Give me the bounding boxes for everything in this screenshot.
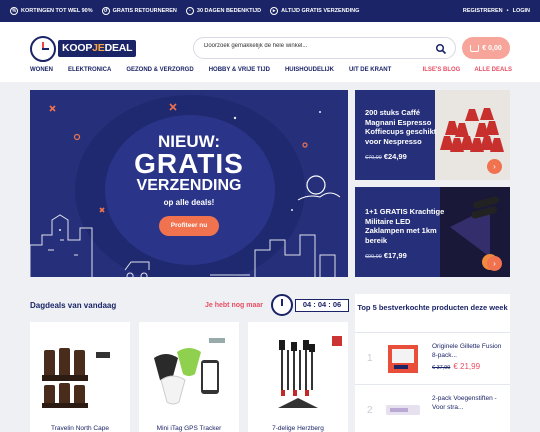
- promo-new-price: €24,99: [383, 152, 407, 161]
- nav-item-alle-deals[interactable]: ALLE DEALS: [474, 67, 512, 79]
- nav-item-blog[interactable]: ILSE'S BLOG: [423, 67, 461, 79]
- auth-separator: •: [506, 8, 509, 14]
- top-info-bar: % KORTINGEN TOT WEL 90% ↺ GRATIS RETOURNER…: [0, 0, 540, 22]
- deals-title: Dagdeals van vandaag: [30, 301, 117, 310]
- utensil-set-image: [278, 336, 342, 408]
- top5-title: Top 5 bestverkochte producten deze week: [357, 303, 508, 312]
- perk-cooling-off: ▫ 30 DAGEN BEDENKTIJD: [185, 7, 262, 15]
- top5-old-price: € 37,99: [432, 365, 451, 371]
- perk-discount: % KORTINGEN TOT WEL 90%: [10, 7, 93, 15]
- return-icon: ↺: [101, 7, 110, 15]
- razor-pack-image: [388, 345, 418, 373]
- arrow-right-icon[interactable]: ›: [487, 159, 502, 174]
- boots-image: [42, 348, 110, 408]
- hero-cta-button[interactable]: Profiteer nu: [159, 216, 219, 236]
- cart-button[interactable]: € 0,00: [462, 37, 510, 59]
- percent-icon: %: [10, 7, 18, 15]
- top5-price: € 37,99 € 21,99: [432, 362, 480, 371]
- timer-value: 04 : 04 : 06: [295, 299, 349, 312]
- grout-pen-image: [386, 405, 420, 415]
- gps-tracker-image: [154, 338, 225, 405]
- perk-shipping: ▸ ALTIJD GRATIS VERZENDING: [270, 7, 359, 15]
- promo-price: €99,99 €17,99: [365, 251, 407, 260]
- deal-card[interactable]: Travelin North Cape: [30, 322, 130, 432]
- login-link[interactable]: LOGIN: [513, 8, 530, 14]
- perk-label: GRATIS RETOURNEREN: [112, 8, 177, 14]
- cart-total: € 0,00: [482, 44, 502, 52]
- deal-product-name: Mini iTag GPS Tracker: [156, 425, 222, 432]
- promo-flashlight[interactable]: 1+1 GRATIS Krachtige Militaire LED Zakla…: [355, 187, 510, 277]
- top5-rank: 2: [367, 405, 373, 416]
- promo-new-price: €17,99: [383, 251, 407, 260]
- hero-line-3: VERZENDING: [136, 177, 242, 194]
- calendar-icon: ▫: [185, 7, 194, 15]
- search-icon[interactable]: [435, 42, 447, 55]
- hero-line-4: op alle deals!: [163, 198, 215, 207]
- promo-old-price: €99,99: [365, 254, 382, 260]
- arrow-right-icon[interactable]: ›: [487, 256, 502, 271]
- daily-deals-section: Dagdeals van vandaag Je hebt nog maar 04…: [30, 294, 349, 432]
- promo-price: €79,99 €24,99: [365, 152, 407, 161]
- search-bar: [193, 37, 456, 59]
- nav-item-krant[interactable]: UIT DE KRANT: [349, 67, 391, 79]
- top5-new-price: € 21,99: [453, 362, 481, 371]
- search-input[interactable]: [204, 43, 424, 49]
- nav-item-wonen[interactable]: WONEN: [30, 67, 53, 79]
- nav-item-elektronica[interactable]: ELEKTRONICA: [68, 67, 111, 79]
- nav-item-huishoudelijk[interactable]: HUISHOUDELIJK: [285, 67, 334, 79]
- logo-wordmark: KOOPJEDEAL: [58, 40, 137, 57]
- top5-name: 2-pack Voegenstiften - Voor stra...: [432, 395, 497, 411]
- deal-card[interactable]: Mini iTag GPS Tracker: [139, 322, 239, 432]
- top5-item[interactable]: 1 Originele Gillette Fusion 8-pack... € …: [355, 332, 510, 384]
- register-link[interactable]: REGISTREREN: [463, 8, 503, 14]
- cart-icon: [470, 44, 480, 52]
- timer-clock-icon: [271, 294, 293, 316]
- site-logo[interactable]: KOOPJEDEAL: [30, 35, 150, 63]
- promo-title: 1+1 GRATIS Krachtige Militaire LED Zakla…: [365, 207, 445, 245]
- hero-line-2: GRATIS: [134, 148, 244, 179]
- perk-returns: ↺ GRATIS RETOURNEREN: [101, 7, 177, 15]
- timer-label: Je hebt nog maar: [205, 302, 263, 309]
- nav-item-hobby[interactable]: HOBBY & VRIJE TIJD: [209, 67, 270, 79]
- deal-product-name: Travelin North Cape: [51, 425, 109, 432]
- nav-item-gezond[interactable]: GEZOND & VERZORGD: [126, 67, 193, 79]
- top5-rank: 1: [367, 353, 373, 364]
- deal-product-name: 7-delige Herzberg: [272, 425, 324, 432]
- logo-clock-icon: [30, 36, 56, 62]
- truck-icon: ▸: [270, 7, 279, 15]
- auth-links: REGISTREREN • LOGIN: [463, 8, 530, 14]
- countdown-timer: 04 : 04 : 06: [271, 294, 349, 316]
- top5-name: Originele Gillette Fusion 8-pack...: [432, 343, 502, 359]
- perk-label: 30 DAGEN BEDENKTIJD: [196, 8, 262, 14]
- nav-right: ILSE'S BLOG ALLE DEALS: [409, 67, 512, 79]
- top5-panel: Top 5 bestverkochte producten deze week …: [355, 294, 510, 432]
- hero-banner[interactable]: NIEUW: GRATIS VERZENDING op alle deals! …: [30, 90, 348, 277]
- perk-label: ALTIJD GRATIS VERZENDING: [281, 8, 360, 14]
- perk-label: KORTINGEN TOT WEL 90%: [21, 8, 93, 14]
- promo-old-price: €79,99: [365, 155, 382, 161]
- deal-card[interactable]: 7-delige Herzberg: [248, 322, 348, 432]
- site-header: KOOPJEDEAL € 0,00 WONEN ELEKTRONICA GEZO…: [0, 22, 540, 82]
- main-nav: WONEN ELEKTRONICA GEZOND & VERZORGD HOBB…: [30, 67, 512, 79]
- promo-title: 200 stuks Caffé Magnani Espresso Koffiec…: [365, 108, 437, 146]
- promo-coffee[interactable]: 200 stuks Caffé Magnani Espresso Koffiec…: [355, 90, 510, 180]
- top5-item[interactable]: 2 2-pack Voegenstiften - Voor stra...: [355, 384, 510, 432]
